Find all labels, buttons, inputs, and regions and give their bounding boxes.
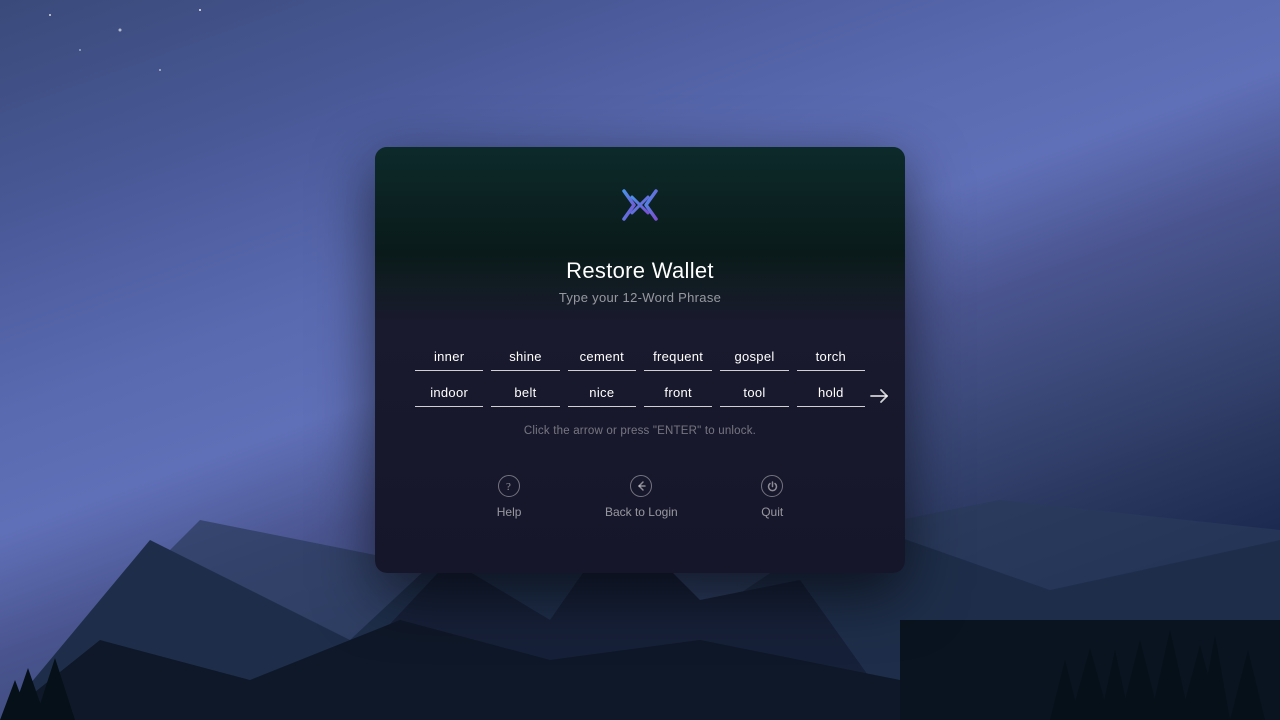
power-icon <box>761 475 783 497</box>
submit-arrow-button[interactable] <box>865 381 895 411</box>
word-12-wrapper <box>797 381 865 407</box>
word-7-input[interactable] <box>415 381 483 407</box>
word-1-input[interactable] <box>415 345 483 371</box>
modal-header: Restore Wallet Type your 12-Word Phrase <box>375 147 905 325</box>
word-8-wrapper <box>491 381 559 407</box>
modal-footer: ? Help Back to Login <box>415 465 865 543</box>
restore-wallet-modal: Restore Wallet Type your 12-Word Phrase <box>375 147 905 573</box>
arrow-right-icon <box>869 385 891 407</box>
word-grid-container <box>415 345 865 407</box>
app-logo <box>612 177 668 233</box>
modal-subtitle: Type your 12-Word Phrase <box>559 290 721 305</box>
word-3-input[interactable] <box>568 345 636 371</box>
word-4-wrapper <box>644 345 712 371</box>
back-to-login-button[interactable]: Back to Login <box>605 475 678 519</box>
back-icon <box>630 475 652 497</box>
help-button[interactable]: ? Help <box>497 475 522 519</box>
svg-text:?: ? <box>506 481 511 492</box>
modal-title: Restore Wallet <box>566 258 714 284</box>
word-5-input[interactable] <box>720 345 788 371</box>
word-8-input[interactable] <box>491 381 559 407</box>
word-7-wrapper <box>415 381 483 407</box>
help-label: Help <box>497 505 522 519</box>
hint-text: Click the arrow or press "ENTER" to unlo… <box>415 425 865 437</box>
word-3-wrapper <box>568 345 636 371</box>
quit-label: Quit <box>761 505 783 519</box>
word-2-input[interactable] <box>491 345 559 371</box>
back-label: Back to Login <box>605 505 678 519</box>
logo-container <box>612 177 668 238</box>
word-2-wrapper <box>491 345 559 371</box>
word-9-wrapper <box>568 381 636 407</box>
word-1-wrapper <box>415 345 483 371</box>
modal-body: Click the arrow or press "ENTER" to unlo… <box>375 325 905 573</box>
word-11-input[interactable] <box>720 381 788 407</box>
word-4-input[interactable] <box>644 345 712 371</box>
quit-button[interactable]: Quit <box>761 475 783 519</box>
word-grid <box>415 345 865 407</box>
word-10-wrapper <box>644 381 712 407</box>
modal-overlay: Restore Wallet Type your 12-Word Phrase <box>0 0 1280 720</box>
word-5-wrapper <box>720 345 788 371</box>
word-11-wrapper <box>720 381 788 407</box>
word-9-input[interactable] <box>568 381 636 407</box>
word-6-input[interactable] <box>797 345 865 371</box>
help-icon: ? <box>498 475 520 497</box>
word-10-input[interactable] <box>644 381 712 407</box>
word-12-input[interactable] <box>797 381 865 407</box>
word-6-wrapper <box>797 345 865 371</box>
